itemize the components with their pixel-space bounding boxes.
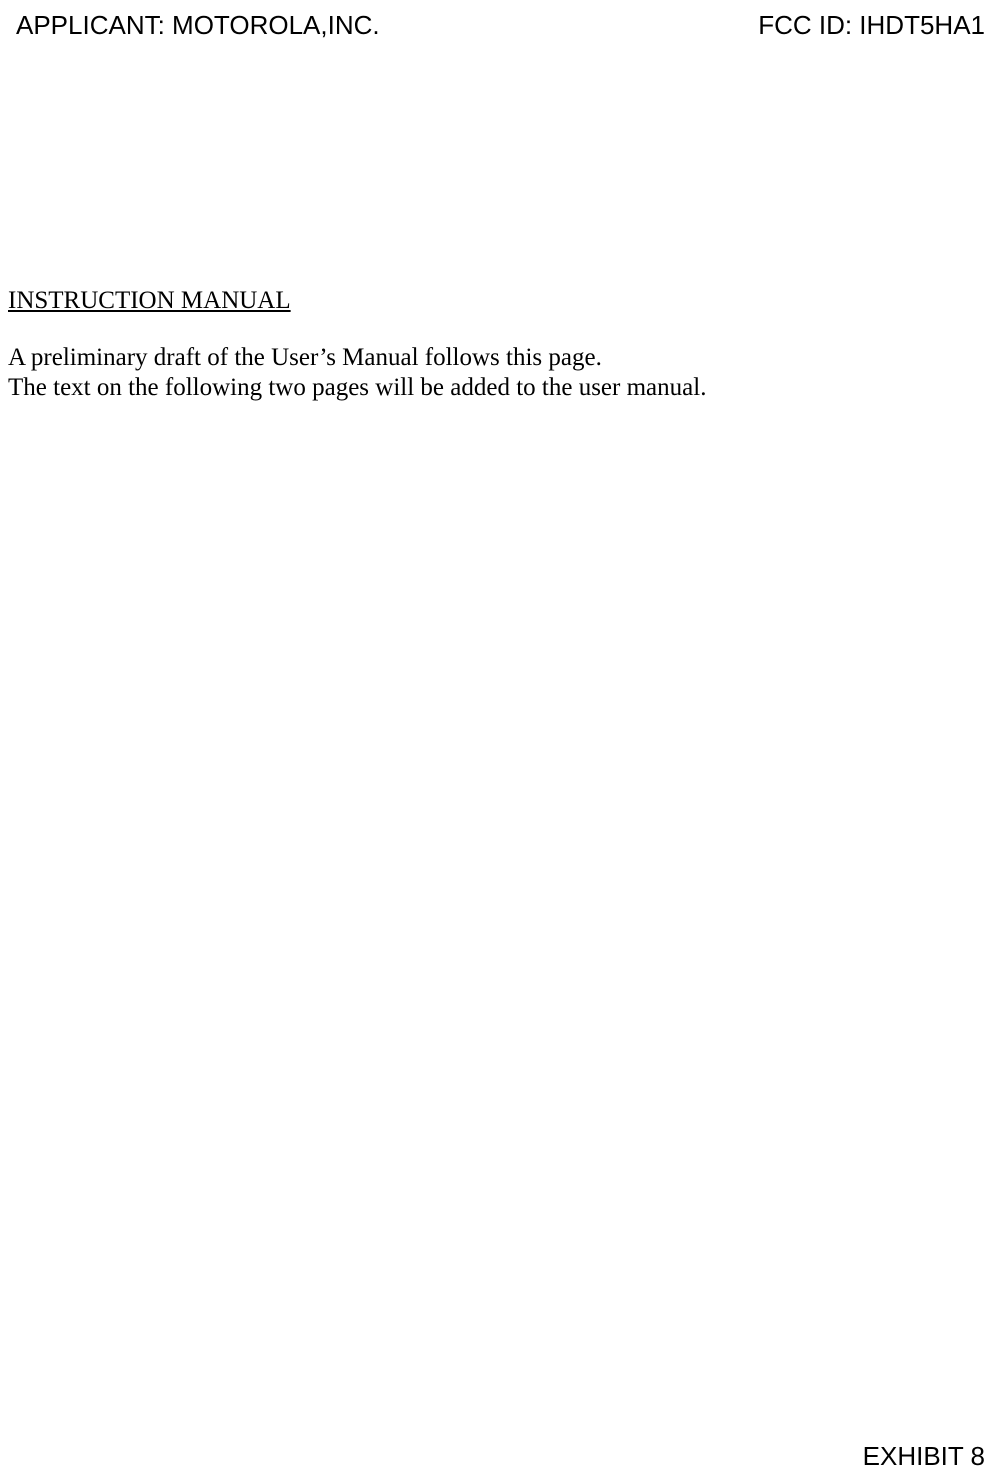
exhibit-label: EXHIBIT 8 bbox=[863, 1441, 985, 1471]
fcc-id-label: FCC ID: IHDT5HA1 bbox=[758, 10, 985, 41]
paragraph-2: The text on the following two pages will… bbox=[8, 373, 985, 403]
applicant-label: APPLICANT: MOTOROLA,INC. bbox=[16, 10, 380, 41]
paragraph-1: A preliminary draft of the User’s Manual… bbox=[8, 343, 985, 373]
document-header: APPLICANT: MOTOROLA,INC. FCC ID: IHDT5HA… bbox=[0, 10, 993, 41]
section-title: INSTRUCTION MANUAL bbox=[8, 287, 985, 315]
document-content: INSTRUCTION MANUAL A preliminary draft o… bbox=[8, 287, 985, 403]
body-text: A preliminary draft of the User’s Manual… bbox=[8, 343, 985, 403]
document-footer: EXHIBIT 8 bbox=[863, 1441, 985, 1472]
